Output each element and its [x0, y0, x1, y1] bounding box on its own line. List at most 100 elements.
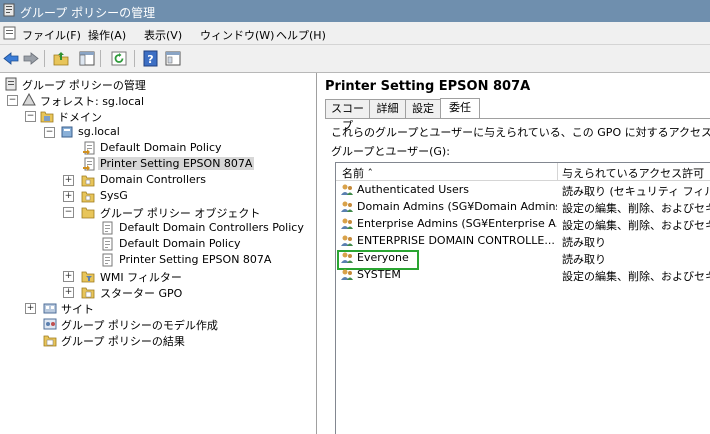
expand-icon[interactable]: + — [25, 303, 36, 314]
menu-file[interactable]: ファイル(F) — [22, 27, 81, 43]
tree-item-domains-label: ドメイン — [58, 111, 102, 124]
tab-settings[interactable]: 設定 — [405, 99, 441, 118]
tree-item-domain-label: sg.local — [78, 125, 120, 138]
refresh-icon[interactable] — [110, 50, 128, 67]
starter-gpo-folder-icon — [81, 287, 95, 299]
up-folder-icon[interactable] — [52, 50, 70, 67]
title-bar: グループ ポリシーの管理 — [0, 0, 710, 22]
domains-folder-icon — [40, 111, 54, 123]
list-item-name: Everyone — [357, 251, 409, 264]
tab-delegation[interactable]: 委任 — [440, 98, 480, 118]
users-group-icon — [341, 252, 353, 263]
tree-item-wmi-filters[interactable]: + WMI フィルター — [0, 268, 316, 284]
collapse-icon[interactable]: − — [25, 111, 36, 122]
menu-action[interactable]: 操作(A) — [88, 27, 126, 43]
tree-item-gpo-link-selected[interactable]: Printer Setting EPSON 807A — [0, 156, 316, 172]
tree-item-sites-label: サイト — [61, 303, 94, 316]
list-item-permission: 読み取り — [562, 253, 606, 266]
tree-item-ou[interactable]: + SysG — [0, 188, 316, 204]
tree-item-results[interactable]: グループ ポリシーの結果 — [0, 332, 316, 348]
domain-icon — [61, 126, 73, 138]
menu-bar: ファイル(F) 操作(A) 表示(V) ウィンドウ(W) ヘルプ(H) — [0, 22, 710, 45]
tree-item-ou-label: SysG — [100, 189, 128, 202]
console-tree[interactable]: グループ ポリシーの管理 − フォレスト: sg.local − ドメイン − … — [0, 73, 317, 434]
ou-folder-icon — [81, 191, 95, 203]
tree-item-forest-label: フォレスト: sg.local — [40, 95, 145, 108]
group-policy-management-icon — [5, 77, 17, 91]
tree-item-gpo-label: Printer Setting EPSON 807A — [119, 253, 272, 266]
list-item-name: Enterprise Admins (SG¥Enterprise A... — [357, 217, 557, 230]
list-item-permission: 読み取り (セキュリティ フィルター — [562, 185, 710, 198]
sites-icon — [43, 303, 57, 314]
show-hide-tree-icon[interactable] — [78, 50, 96, 67]
gpo-icon — [102, 221, 113, 235]
tree-item-gpo-label: Default Domain Policy — [119, 237, 241, 250]
tree-item-domain[interactable]: − sg.local — [0, 124, 316, 140]
column-header-permission[interactable]: 与えられているアクセス許可 — [562, 165, 704, 181]
toolbar-separator — [100, 50, 101, 67]
list-item-permission: 読み取り — [562, 236, 606, 249]
gpo-link-icon — [83, 157, 95, 171]
gpo-title: Printer Setting EPSON 807A — [325, 79, 531, 94]
list-item[interactable]: SYSTEM 設定の編集、削除、およびセキ — [336, 266, 710, 283]
tree-item-gpo-label: Default Domain Controllers Policy — [119, 221, 304, 234]
column-header-name[interactable]: 名前 ˆ — [342, 165, 373, 181]
properties-icon[interactable] — [164, 50, 182, 67]
tab-scope[interactable]: スコープ — [325, 99, 370, 132]
menu-view[interactable]: 表示(V) — [144, 27, 182, 43]
tree-item-ou[interactable]: + Domain Controllers — [0, 172, 316, 188]
tab-divider — [325, 118, 710, 119]
tree-item-modeling[interactable]: グループ ポリシーのモデル作成 — [0, 316, 316, 332]
tree-item-gpo[interactable]: Default Domain Controllers Policy — [0, 220, 316, 236]
tree-item-starter-gpos[interactable]: + スターター GPO — [0, 284, 316, 300]
groups-users-label: グループとユーザー(G): — [331, 145, 450, 158]
list-item[interactable]: Authenticated Users 読み取り (セキュリティ フィルター — [336, 181, 710, 198]
tree-item-gpo-link[interactable]: Default Domain Policy — [0, 140, 316, 156]
list-item-name: SYSTEM — [357, 268, 401, 281]
tree-item-modeling-label: グループ ポリシーのモデル作成 — [61, 319, 218, 332]
tree-item-gpo[interactable]: Printer Setting EPSON 807A — [0, 252, 316, 268]
permissions-list[interactable]: 名前 ˆ 与えられているアクセス許可 Authenticated Users 読… — [335, 162, 710, 434]
expand-icon[interactable]: + — [63, 175, 74, 186]
tree-item-sites[interactable]: + サイト — [0, 300, 316, 316]
menu-help[interactable]: ヘルプ(H) — [276, 27, 326, 43]
list-header: 名前 ˆ 与えられているアクセス許可 — [336, 163, 710, 181]
toolbar-separator — [44, 50, 45, 67]
expand-icon[interactable]: + — [63, 191, 74, 202]
tree-item-gpo-link-selected-label: Printer Setting EPSON 807A — [98, 157, 255, 170]
svg-text:?: ? — [147, 53, 153, 66]
tree-item-gpo[interactable]: Default Domain Policy — [0, 236, 316, 252]
menu-window[interactable]: ウィンドウ(W) — [200, 27, 274, 43]
list-item[interactable]: ENTERPRISE DOMAIN CONTROLLE... 読み取り — [336, 232, 710, 249]
list-item-name: ENTERPRISE DOMAIN CONTROLLE... — [357, 234, 555, 247]
tab-details[interactable]: 詳細 — [369, 99, 406, 118]
gpo-icon — [102, 253, 113, 267]
forest-icon — [22, 93, 36, 106]
list-item[interactable]: Domain Admins (SG¥Domain Admins) 設定の編集、削… — [336, 198, 710, 215]
tree-item-starter-gpos-label: スターター GPO — [100, 287, 183, 300]
app-menu-icon[interactable] — [3, 26, 17, 40]
tree-item-forest[interactable]: − フォレスト: sg.local — [0, 92, 316, 108]
window-title: グループ ポリシーの管理 — [20, 6, 156, 20]
tree-item-domains[interactable]: − ドメイン — [0, 108, 316, 124]
tree-item-gpo-container[interactable]: − グループ ポリシー オブジェクト — [0, 204, 316, 220]
list-item-name: Domain Admins (SG¥Domain Admins) — [357, 200, 557, 213]
collapse-icon[interactable]: − — [44, 127, 55, 138]
expand-icon[interactable]: + — [63, 271, 74, 282]
collapse-icon[interactable]: − — [63, 207, 74, 218]
column-separator[interactable] — [557, 163, 558, 180]
back-arrow-icon[interactable] — [2, 50, 20, 67]
expand-icon[interactable]: + — [63, 287, 74, 298]
details-pane: Printer Setting EPSON 807A スコープ 詳細 設定 委任… — [317, 73, 710, 434]
collapse-icon[interactable]: − — [7, 95, 18, 106]
users-group-icon — [341, 218, 353, 229]
tree-root[interactable]: グループ ポリシーの管理 — [0, 76, 316, 92]
help-icon[interactable]: ? — [142, 50, 160, 67]
tree-item-ou-label: Domain Controllers — [100, 173, 207, 186]
toolbar: ? — [0, 45, 710, 73]
tree-item-results-label: グループ ポリシーの結果 — [61, 335, 185, 348]
forward-arrow-icon[interactable] — [22, 50, 40, 67]
list-item-highlighted[interactable]: Everyone 読み取り — [336, 249, 710, 270]
results-icon — [43, 335, 57, 347]
list-item[interactable]: Enterprise Admins (SG¥Enterprise A... 設定… — [336, 215, 710, 232]
